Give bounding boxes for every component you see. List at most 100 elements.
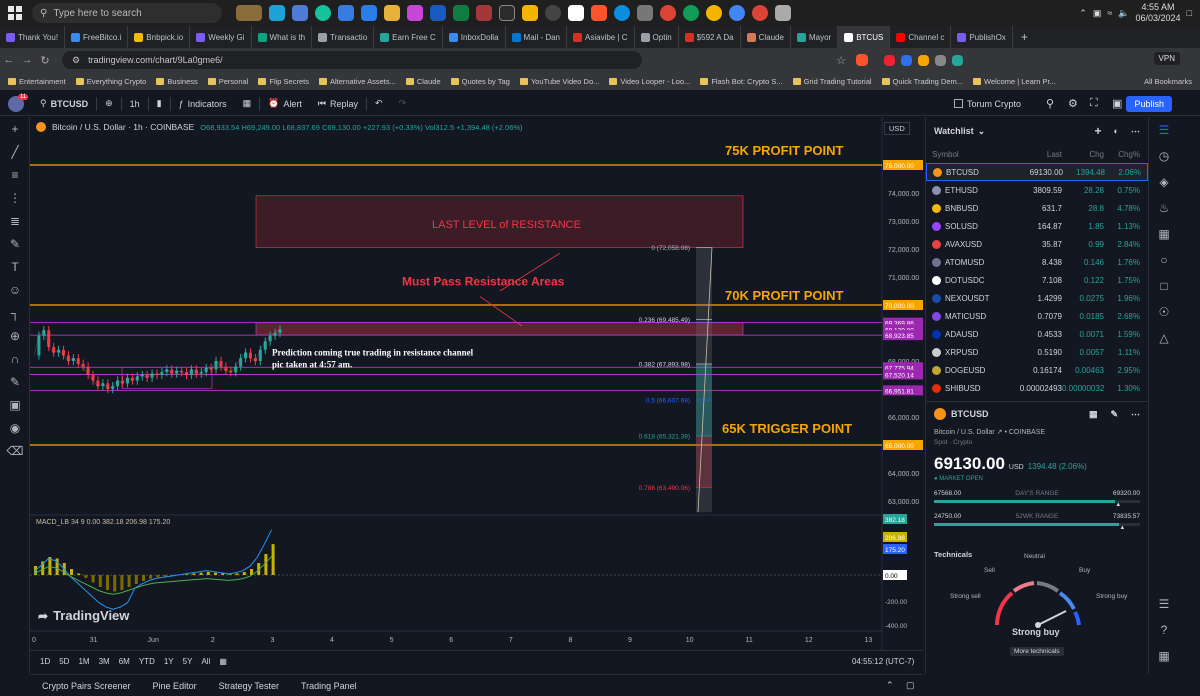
data-window-icon[interactable]: ▦ bbox=[1149, 643, 1179, 669]
alert-button[interactable]: ⏰ Alert bbox=[260, 92, 310, 116]
bottom-tab[interactable]: Crypto Pairs Screener bbox=[42, 681, 131, 691]
browser-tab[interactable]: Optin bbox=[635, 26, 679, 48]
excel-app-icon[interactable] bbox=[453, 5, 469, 21]
watchlist-row[interactable]: ADAUSD 0.4533 0.0071 1.59% bbox=[926, 325, 1148, 343]
bookmark-item[interactable]: Business bbox=[156, 77, 198, 86]
ideas-bulb-icon[interactable]: ○ bbox=[1149, 247, 1179, 273]
bottom-tab[interactable]: Strategy Tester bbox=[219, 681, 279, 691]
bookmark-item[interactable]: Flash Bot: Crypto S... bbox=[700, 77, 783, 86]
chrome-profile3-icon[interactable] bbox=[729, 5, 745, 21]
col-last[interactable]: Last bbox=[1014, 150, 1062, 159]
word-app-icon[interactable] bbox=[430, 5, 446, 21]
undo-button[interactable]: ↶ bbox=[367, 92, 391, 116]
edit-icon[interactable]: ✎ bbox=[1110, 409, 1118, 420]
fib-tool-icon[interactable]: ≣ bbox=[0, 209, 30, 232]
col-chgp[interactable]: Chg% bbox=[1104, 150, 1140, 159]
browser-tab[interactable]: InboxDolla bbox=[443, 26, 506, 48]
maximize-icon[interactable]: ▢ bbox=[906, 680, 915, 691]
extension4-icon[interactable] bbox=[935, 54, 946, 66]
redo-button[interactable]: ↷ bbox=[391, 92, 415, 116]
folder-app-icon[interactable] bbox=[384, 5, 400, 21]
browser-tab[interactable]: BTCUS bbox=[838, 26, 891, 48]
quick-search-icon[interactable]: ⚲ bbox=[1046, 97, 1054, 110]
browser-tab[interactable]: Mail - Dan bbox=[506, 26, 567, 48]
brave-shield-icon[interactable] bbox=[856, 54, 868, 66]
taskbar-clock[interactable]: 4:55 AM 06/03/2024 bbox=[1136, 2, 1181, 24]
watchlist-row[interactable]: AVAXUSD 35.87 0.99 2.84% bbox=[926, 235, 1148, 253]
external-link-icon[interactable]: ↗ bbox=[997, 429, 1003, 436]
watchlist-row[interactable]: SOLUSD 164.87 1.85 1.13% bbox=[926, 217, 1148, 235]
horizontal-lines-icon[interactable]: ≡ bbox=[0, 163, 30, 186]
browser-tab[interactable]: Earn Free C bbox=[374, 26, 443, 48]
browser-tab[interactable]: What is th bbox=[252, 26, 313, 48]
chart-pane[interactable]: 63,000.0064,000.0065,000.0066,000.0067,0… bbox=[30, 117, 923, 674]
calendar-app-icon[interactable] bbox=[338, 5, 354, 21]
notification-icon[interactable]: □ bbox=[1187, 8, 1192, 18]
browser-tab[interactable]: Channel c bbox=[890, 26, 952, 48]
browser-tab[interactable]: Mayor bbox=[791, 26, 839, 48]
layout-button[interactable]: Torum Crypto bbox=[946, 92, 1029, 116]
eye-icon[interactable]: ◉ bbox=[0, 416, 30, 439]
trend-line-icon[interactable]: ╱ bbox=[0, 140, 30, 163]
watchlist-row[interactable]: DOGEUSD 0.16174 0.00463 2.95% bbox=[926, 361, 1148, 379]
url-input[interactable]: ⚙ tradingview.com/chart/9La0gme6/ bbox=[62, 51, 642, 69]
lock-icon[interactable]: ▣ bbox=[0, 393, 30, 416]
brush-icon[interactable]: ✎ bbox=[0, 232, 30, 255]
more-icon[interactable]: ⋯ bbox=[1131, 409, 1140, 420]
chevron-down-icon[interactable]: ⌄ bbox=[978, 126, 986, 137]
grammarly-app-icon[interactable] bbox=[315, 5, 331, 21]
notifications-bell-icon[interactable]: △ bbox=[1149, 325, 1179, 351]
browser-tab[interactable]: FreeBitco.i bbox=[65, 26, 129, 48]
taskbar-search-input[interactable]: ⚲ Type here to search bbox=[32, 3, 222, 23]
indicators-button[interactable]: ƒ Indicators bbox=[171, 92, 235, 116]
watchlist-row[interactable]: DOTUSDC 7.108 0.122 1.75% bbox=[926, 271, 1148, 289]
crosshair-icon[interactable]: + bbox=[0, 117, 30, 140]
browser-tab[interactable]: Asiavibe | C bbox=[567, 26, 635, 48]
col-symbol[interactable]: Symbol bbox=[932, 150, 1014, 159]
bottom-tab[interactable]: Trading Panel bbox=[301, 681, 357, 691]
trash-icon[interactable]: ⌫ bbox=[0, 439, 30, 462]
browser-tab[interactable]: Weekly Gi bbox=[190, 26, 252, 48]
atlas-app-icon[interactable] bbox=[499, 5, 515, 21]
capcut-app-icon[interactable] bbox=[568, 5, 584, 21]
bookmark-item[interactable]: Grid Trading Tutorial bbox=[792, 77, 872, 86]
windows-start-button[interactable] bbox=[4, 2, 26, 24]
browser-tab[interactable]: Claude bbox=[741, 26, 791, 48]
range-button[interactable]: 3M bbox=[99, 657, 110, 666]
replay-button[interactable]: ⏮ Replay bbox=[310, 92, 366, 116]
bottom-tab[interactable]: Pine Editor bbox=[153, 681, 197, 691]
range-button[interactable]: All bbox=[201, 657, 210, 666]
zoom-in-icon[interactable]: ⊕ bbox=[0, 324, 30, 347]
vpn-button[interactable]: VPN bbox=[1153, 52, 1180, 65]
hotlist-flame-icon[interactable]: ♨ bbox=[1149, 195, 1179, 221]
bookmark-item[interactable]: Quick Trading Dem... bbox=[881, 77, 963, 86]
text-tool-icon[interactable]: T bbox=[0, 255, 30, 278]
new-tab-button[interactable]: + bbox=[1013, 30, 1036, 44]
publish-button[interactable]: Publish bbox=[1126, 96, 1172, 112]
watchlist-icon[interactable]: ☰ bbox=[1149, 117, 1179, 143]
detail-name[interactable]: Bitcoin / U.S. Dollar bbox=[934, 429, 995, 436]
layers-icon[interactable]: ◈ bbox=[1149, 169, 1179, 195]
drive-app-icon[interactable] bbox=[522, 5, 538, 21]
range-button[interactable]: 5D bbox=[59, 657, 69, 666]
browser-tab[interactable]: Thank You! bbox=[0, 26, 66, 48]
site-info-icon[interactable]: ⚙ bbox=[72, 55, 80, 66]
extension2-icon[interactable] bbox=[901, 54, 912, 66]
range-button[interactable]: 6M bbox=[119, 657, 130, 666]
chrome-profile2-icon[interactable] bbox=[706, 5, 722, 21]
browser-tab[interactable]: $592 A Da bbox=[679, 26, 741, 48]
more-icon[interactable]: ⋯ bbox=[1131, 126, 1140, 137]
browser-tab[interactable]: Bnbpick.io bbox=[128, 26, 191, 48]
extension-icon[interactable] bbox=[884, 54, 895, 66]
magnet-icon[interactable]: ∩ bbox=[0, 347, 30, 370]
access-app-icon[interactable] bbox=[476, 5, 492, 21]
edge-app-icon[interactable] bbox=[269, 5, 285, 21]
more-technicals-button[interactable]: More technicals bbox=[1010, 647, 1064, 656]
bookmark-item[interactable]: Flip Secrets bbox=[258, 77, 309, 86]
watchlist-row[interactable]: MATICUSD 0.7079 0.0185 2.68% bbox=[926, 307, 1148, 325]
calendar-icon[interactable]: ▦ bbox=[1149, 221, 1179, 247]
symbol-search-button[interactable]: ⚲ BTCUSD bbox=[32, 92, 96, 116]
bookmark-item[interactable]: Video Looper - Loo... bbox=[609, 77, 690, 86]
watchlist-row[interactable]: ETHUSD 3809.59 28.28 0.75% bbox=[926, 181, 1148, 199]
browser-tab[interactable]: Transactio bbox=[312, 26, 375, 48]
